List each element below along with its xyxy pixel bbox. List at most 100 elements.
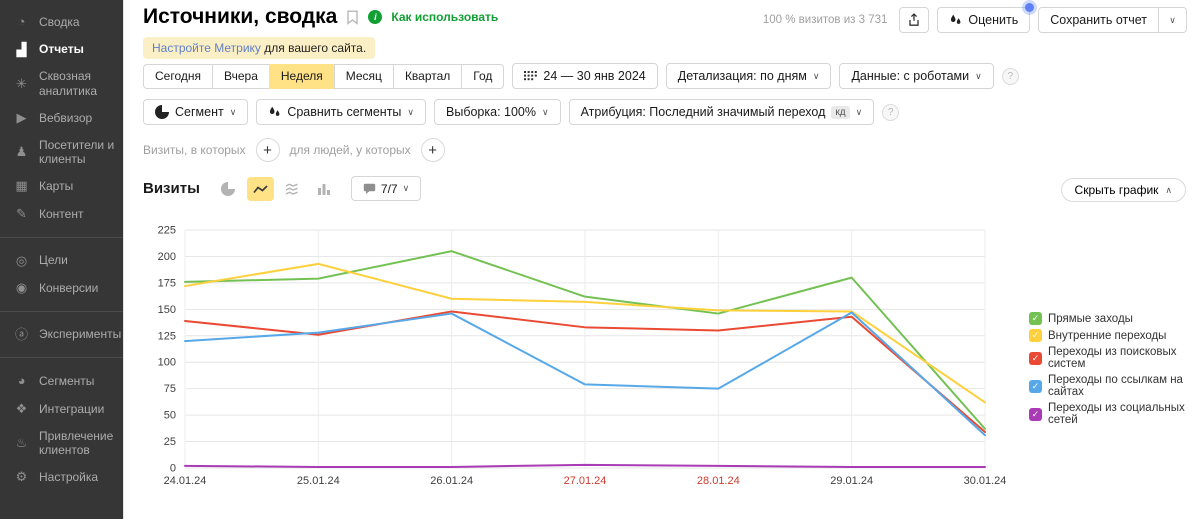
chevron-down-icon: ∨ [403,184,410,193]
droplets-icon [949,14,962,26]
rate-button[interactable]: Оценить [937,7,1030,33]
period-tab-0[interactable]: Сегодня [143,64,212,89]
chart-header: Визиты [143,176,421,201]
sidebar-item-webvizor[interactable]: ▶Вебвизор [0,104,123,132]
rate-button-wrap: Оценить [937,7,1030,33]
sidebar-item-nastrojka[interactable]: ⚙Настройка [0,463,123,491]
sidebar-item-label: Посетители и клиенты [39,138,119,167]
y-tick-label: 25 [164,436,176,448]
sidebar-item-label: Контент [39,207,83,221]
save-report-dropdown-button[interactable]: ∨ [1159,7,1187,33]
hide-chart-button[interactable]: Скрыть график ∧ [1061,178,1186,202]
chevron-down-icon: ∨ [407,108,414,117]
chart-area[interactable]: 025507510012515017520022524.01.2425.01.2… [138,216,1018,497]
sidebar-item-segmenty[interactable]: ◕ Сегменты [0,367,123,395]
sidebar-divider [0,237,123,238]
gear-icon: ⚙ [13,469,30,485]
legend-item[interactable]: ✓Прямые заходы [1029,312,1200,325]
ab-experiments-icon: ⓐ [13,327,30,343]
chevron-down-icon: ∨ [813,72,820,81]
chart-type-bars-button[interactable] [311,177,338,201]
legend-checkbox[interactable]: ✓ [1029,312,1042,325]
period-tab-3[interactable]: Месяц [334,64,393,89]
annotations-button[interactable]: 7/7 ∨ [351,176,421,201]
legend-item[interactable]: ✓Переходы из социальных сетей [1029,402,1200,426]
y-tick-label: 125 [158,330,176,342]
period-tab-5[interactable]: Год [461,64,504,89]
period-tab-4[interactable]: Квартал [393,64,461,89]
toolbar-row-segments: Сегмент ∨ Сравнить сегменты ∨ Выборка: 1… [143,99,899,125]
date-range-button[interactable]: 24 — 30 янв 2024 [512,63,657,89]
setup-metrica-link[interactable]: Настройте Метрику [152,41,261,55]
x-tick-label: 26.01.24 [430,475,473,487]
toolbar-row-filters: Визиты, в которых + для людей, у которых… [143,138,445,162]
rate-button-label: Оценить [968,13,1018,27]
visits-line-chart[interactable]: 025507510012515017520022524.01.2425.01.2… [138,216,1018,492]
add-visits-filter-button[interactable]: + [256,138,280,162]
segment-button[interactable]: Сегмент ∨ [143,99,248,125]
legend-label: Переходы из поисковых систем [1048,346,1200,370]
sidebar-item-karty[interactable]: ▦Карты [0,172,123,200]
x-tick-label: 29.01.24 [830,475,873,487]
sidebar-item-konversii[interactable]: ◉Конверсии [0,274,123,302]
legend-item[interactable]: ✓ Внутренние переходы [1029,329,1200,342]
hide-chart-label: Скрыть график [1075,183,1159,197]
sampling-select[interactable]: Выборка: 100% ∨ [434,99,561,125]
notification-dot [1025,3,1034,12]
info-icon: i [368,10,382,24]
sidebar-item-skvoznaya-analitika[interactable]: ✳Сквозная аналитика [0,63,123,104]
export-button[interactable] [899,7,929,33]
sidebar-item-label: Конверсии [39,281,98,295]
sidebar-item-label: Интеграции [39,402,104,416]
chart-type-pie-button[interactable] [215,177,242,201]
segment-pie-icon [155,105,169,119]
detail-select[interactable]: Детализация: по дням ∨ [666,63,832,89]
add-people-filter-button[interactable]: + [421,138,445,162]
x-tick-label: 27.01.24 [564,475,607,487]
period-tab-2[interactable]: Неделя [269,64,334,89]
legend-item[interactable]: ✓ Переходы по ссылкам на сайтах [1029,374,1200,398]
sidebar-item-otchety[interactable]: ▟Отчеты [0,36,123,64]
legend-label: Переходы по ссылкам на сайтах [1048,374,1200,398]
period-tab-1[interactable]: Вчера [212,64,269,89]
segments-pie-icon: ◕ [13,373,30,389]
detail-label: Детализация: по дням [678,69,807,83]
help-icon[interactable]: ? [1002,68,1019,85]
legend-checkbox[interactable]: ✓ [1029,352,1042,365]
chart-type-area-button[interactable] [279,177,306,201]
play-icon: ▶ [13,110,30,126]
save-report-button[interactable]: Сохранить отчет [1038,7,1159,33]
sidebar-item-label: Сегменты [39,374,94,388]
sidebar-item-posetiteli[interactable]: ♟Посетители и клиенты [0,132,123,173]
setup-banner-text: для вашего сайта. [261,41,366,55]
sidebar-item-integracii[interactable]: ❖Интеграции [0,395,123,423]
help-icon[interactable]: ? [882,104,899,121]
sidebar-item-kontent[interactable]: ✎Контент [0,200,123,228]
sidebar: ◔Сводка▟Отчеты✳Сквозная аналитика▶Вебвиз… [0,0,124,519]
gauge-icon: ◔ [13,14,30,30]
how-to-use-link[interactable]: Как использовать [391,10,498,24]
legend-label: Внутренние переходы [1048,330,1166,342]
bookmark-icon[interactable] [346,10,359,25]
data-mode-select[interactable]: Данные: с роботами ∨ [839,63,993,89]
cross-analytics-icon: ✳ [13,76,30,92]
comment-bubble-icon [363,183,376,195]
sidebar-item-privlechenie[interactable]: ♨Привлечение клиентов [0,423,123,464]
reports-icon: ▟ [13,42,30,58]
sidebar-item-celi[interactable]: ◎Цели [0,247,123,275]
period-tabs: СегодняВчераНеделяМесяцКварталГод [143,64,504,89]
sidebar-item-label: Привлечение клиентов [39,429,119,458]
sidebar-item-eksperimenty[interactable]: ⓐЭксперименты [0,321,123,349]
legend-checkbox[interactable]: ✓ [1029,380,1042,393]
legend-checkbox[interactable]: ✓ [1029,329,1042,342]
x-tick-label: 24.01.24 [164,475,207,487]
legend-checkbox[interactable]: ✓ [1029,408,1042,421]
chart-type-line-button[interactable] [247,177,274,201]
attribution-select[interactable]: Атрибуция: Последний значимый переход кд… [569,99,875,125]
x-tick-label: 30.01.24 [964,475,1007,487]
setup-banner: Настройте Метрику для вашего сайта. [143,37,375,59]
sidebar-item-svodka[interactable]: ◔Сводка [0,8,123,36]
save-report-group: Сохранить отчет ∨ [1038,7,1187,33]
compare-segments-button[interactable]: Сравнить сегменты ∨ [256,99,426,125]
legend-item[interactable]: ✓ Переходы из поисковых систем [1029,346,1200,370]
